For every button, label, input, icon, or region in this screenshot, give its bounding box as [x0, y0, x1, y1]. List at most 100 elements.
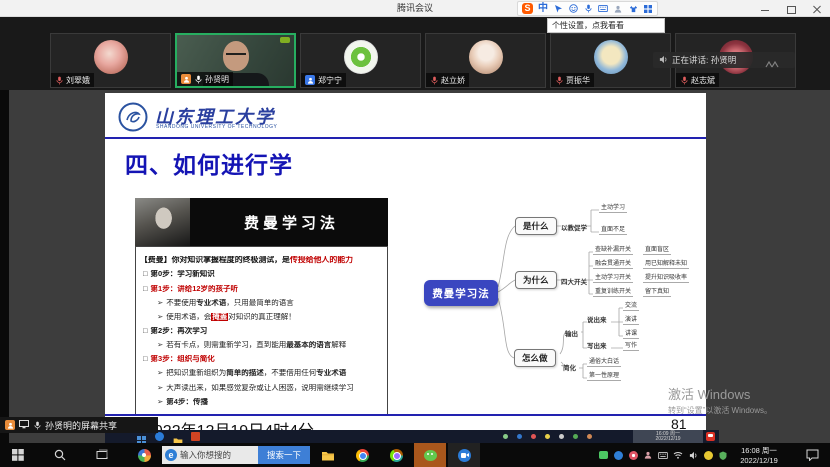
search-icon[interactable]: [46, 443, 74, 467]
tray-meeting-icon[interactable]: [613, 450, 623, 460]
screen-share-indicator[interactable]: 孙贤明的屏幕共享: [0, 417, 158, 433]
tray-yellow-icon[interactable]: [703, 450, 713, 460]
tray-keyboard-icon[interactable]: [658, 450, 668, 460]
shared-start-icon: [137, 432, 146, 441]
participant-tile-2[interactable]: 孙贤明: [175, 33, 296, 88]
voice-input-icon[interactable]: [583, 4, 593, 14]
avatar: [469, 40, 503, 74]
participant-tile-4[interactable]: 赵立娇: [425, 33, 546, 88]
keyboard-icon[interactable]: [598, 4, 608, 14]
windows-activation-watermark: 激活 Windows 转到“设置”以激活 Windows。: [668, 384, 772, 416]
feynman-step-line: □第0步：学习新知识: [140, 270, 383, 278]
mindmap-leaf: 提升知识吸收率: [643, 272, 689, 283]
feynman-title: 费曼学习法: [195, 198, 388, 246]
windows-taskbar: e 搜索一下 16:08 周一 2022/12/19: [0, 443, 830, 467]
pinwheel-app-icon[interactable]: [130, 443, 158, 467]
clock-time: 16:08 周一: [728, 446, 790, 456]
mic-icon: [33, 420, 41, 430]
window-titlebar: 腾讯会议 S 中: [0, 0, 830, 17]
tray-app-icon[interactable]: [598, 450, 608, 460]
input-mode-chinese[interactable]: 中: [538, 3, 548, 14]
restore-button[interactable]: [786, 4, 796, 14]
chrome-icon[interactable]: [348, 443, 376, 467]
participant-nametag: 贾振华: [551, 73, 594, 87]
mindmap-branch-label: 写出来: [587, 340, 607, 350]
mindmap-branch-label: 四大开关: [561, 276, 587, 286]
mic-muted-icon: [55, 75, 63, 85]
volume-icon[interactable]: [688, 450, 698, 460]
wechat-taskbar-icon[interactable]: [414, 443, 446, 467]
taskbar-search-box[interactable]: e: [162, 446, 258, 464]
shared-tray-icon: [531, 434, 536, 439]
shared-notification-badge-icon: [706, 432, 715, 441]
speaker-glasses: [226, 53, 246, 57]
task-view-icon[interactable]: [88, 443, 116, 467]
toolbox-grid-icon[interactable]: [643, 4, 653, 14]
feynman-sub-line: ➢把知识重新组织为简单的描述，不要借用任何专业术语: [140, 369, 383, 377]
sogou-input-toolbar[interactable]: S 中: [517, 1, 658, 16]
watermark-subtitle: 转到“设置”以激活 Windows。: [668, 405, 772, 416]
emoji-icon[interactable]: [568, 4, 578, 14]
share-label: 孙贤明的屏幕共享: [45, 419, 117, 432]
security-shield-icon[interactable]: [718, 450, 728, 460]
sogou-logo-icon[interactable]: S: [522, 3, 533, 14]
shared-tray-icon: [587, 434, 592, 439]
taskbar-search-button[interactable]: 搜索一下: [258, 446, 310, 464]
participant-name: 刘翠娥: [66, 75, 90, 86]
mindmap-leaf: 主动学习开关: [593, 272, 633, 283]
mindmap-branch-label: 说出来: [587, 314, 607, 324]
mindmap-leaf: 直面盲区: [643, 244, 671, 255]
tencent-meeting-taskbar-icon[interactable]: [448, 443, 480, 467]
participant-tile-3[interactable]: 郑宁宁: [300, 33, 421, 88]
shared-powerpoint-icon: [191, 432, 200, 441]
avatar: [94, 40, 128, 74]
skin-icon[interactable]: [628, 4, 638, 14]
mic-muted-icon: [430, 75, 438, 85]
shared-tray-icon: [545, 434, 550, 439]
mindmap-leaf: 查缺补漏开关: [593, 244, 633, 255]
slide-footer-divider: [105, 414, 706, 416]
file-explorer-icon[interactable]: [314, 443, 342, 467]
mic-muted-icon: [555, 75, 563, 85]
mindmap-root-node: 费曼学习法: [424, 280, 498, 306]
start-button[interactable]: [4, 443, 32, 467]
mindmap-leaf: 重复训练开关: [593, 286, 633, 297]
tray-360-icon[interactable]: [628, 450, 638, 460]
close-button[interactable]: [812, 4, 822, 14]
participant-name: 郑宁宁: [318, 75, 342, 86]
participant-nametag: 郑宁宁: [301, 73, 346, 87]
shared-tray-icon: [559, 434, 564, 439]
header-divider: [105, 137, 706, 139]
participant-tile-1[interactable]: 刘翠娥: [50, 33, 171, 88]
participant-nametag: 孙贤明: [177, 72, 233, 86]
notification-center-icon[interactable]: [806, 448, 819, 466]
taskbar-search-input[interactable]: [180, 450, 254, 460]
avatar: [344, 40, 378, 74]
mindmap-leaf: 演讲: [623, 314, 639, 325]
shared-screen-taskbar: 16:09 周一 2022/12/19: [105, 430, 719, 443]
active-speaker-text: 正在讲话: 孙贤明: [672, 54, 736, 66]
collapse-strip-icon[interactable]: [765, 55, 779, 73]
mindmap-leaf: 留下真知: [643, 286, 671, 297]
sharing-user-badge-icon: [181, 74, 191, 84]
mindmap-branch-label: 以教促学: [561, 222, 587, 232]
network-icon[interactable]: [673, 450, 683, 460]
minimize-button[interactable]: [760, 4, 770, 14]
tray-input-person-icon[interactable]: [643, 450, 653, 460]
shared-meeting-icon: [155, 432, 164, 441]
member-badge-icon: [305, 75, 315, 85]
user-icon[interactable]: [613, 4, 623, 14]
shared-tray-icon: [503, 434, 508, 439]
feynman-step-line: □第1步：讲给12岁的孩子听: [140, 285, 383, 293]
mindmap-leaf: 写作: [623, 340, 639, 351]
mindmap-leaf: 直面不足: [599, 224, 627, 235]
feynman-intro-line: 【费曼】你对知识掌握程度的终极测试，是传授给他人的能力: [140, 256, 383, 265]
monitor-icon: [19, 420, 29, 431]
cursor-icon[interactable]: [553, 4, 563, 14]
mindmap-leaf: 讲课: [623, 328, 639, 339]
participant-name: 赵志斌: [691, 75, 715, 86]
participant-nametag: 刘翠娥: [51, 73, 94, 87]
browser-icon[interactable]: [382, 443, 410, 467]
taskbar-clock[interactable]: 16:08 周一 2022/12/19: [728, 446, 790, 466]
shared-tray-icon: [517, 434, 522, 439]
